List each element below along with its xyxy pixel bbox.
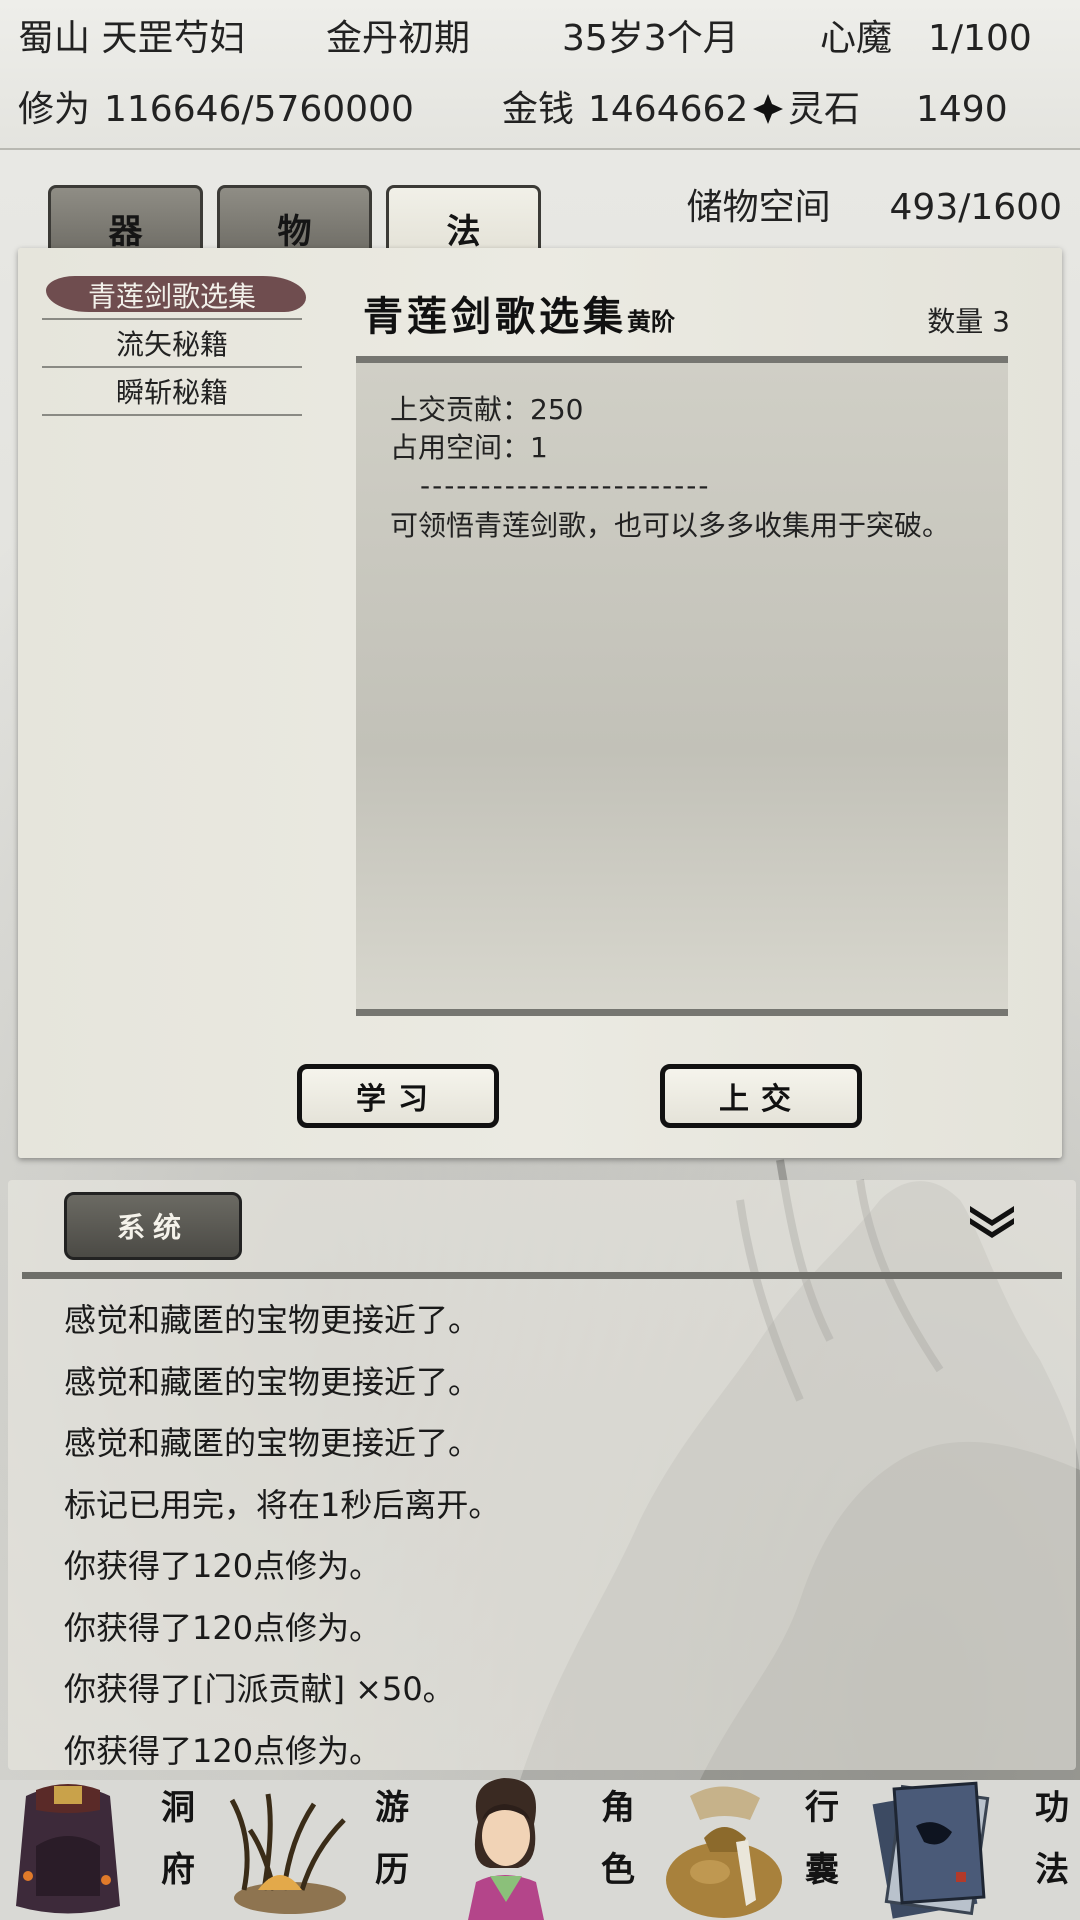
learn-button-label: 学习 [356,1082,440,1117]
spirit-stone-icon [753,94,783,124]
quantity-label: 数量 [927,305,984,338]
item-description-box: 上交贡献：250 占用空间：1 ------------------------… [356,356,1008,1016]
money-value: 1464662 [588,89,749,130]
storage-value: 493/1600 [889,187,1062,228]
spirit-stone-label: 灵石 [788,89,861,130]
nav-label: 行 [805,1788,839,1828]
log-line: 你获得了120点修为。 [64,1547,382,1585]
nav-travel[interactable]: 游 历 [220,1772,440,1920]
item-list: 青莲剑歌选集 流矢秘籍 瞬斩秘籍 [42,272,306,416]
nav-label: 洞 [161,1788,195,1828]
log-line: 你获得了120点修为。 [64,1608,382,1647]
log-line: 感觉和藏匿的宝物更接近了。 [64,1301,481,1339]
submit-button-label: 上交 [719,1082,803,1117]
spirit-stone-value: 1490 [916,89,1008,130]
log-line: 标记已用完，将在1秒后离开。 [64,1485,501,1524]
nav-label: 功 [1035,1788,1069,1828]
tab-techniques[interactable]: 法 [386,185,541,257]
nav-label: 历 [375,1850,409,1890]
log-line: 你获得了[门派贡献] ×50。 [64,1670,455,1708]
nav-label: 府 [161,1850,195,1890]
nav-label: 色 [601,1850,635,1890]
list-item-label: 青莲剑歌选集 [87,280,256,313]
tab-equipment[interactable]: 器 [48,185,203,257]
heart-demon-label: 心魔 [820,18,893,59]
status-header: 蜀山 天罡芍妇 金丹初期 35岁3个月 心魔 1/100 修为 116646/5… [0,0,1080,150]
nav-character[interactable]: 角 色 [440,1772,660,1920]
system-channel-button[interactable]: 系统 [64,1192,242,1260]
realm-level: 金丹初期 [326,18,471,59]
cultivation-value: 116646/5760000 [104,89,414,130]
nav-techniques[interactable]: 功 法 [872,1772,1080,1920]
submit-button[interactable]: 上交 [660,1064,862,1128]
item-description: 上交贡献：250 占用空间：1 ------------------------… [390,391,990,545]
log-messages: 感觉和藏匿的宝物更接近了。 感觉和藏匿的宝物更接近了。 感觉和藏匿的宝物更接近了… [64,1290,500,1782]
tab-label: 器 [108,212,143,252]
list-item[interactable]: 瞬斩秘籍 [42,368,302,416]
character-age: 35岁3个月 [562,18,739,59]
item-name: 青莲剑歌选集 [363,293,627,340]
spirit-stone: 灵石 [752,90,860,130]
nav-cave-dwelling[interactable]: 洞 府 [0,1772,220,1920]
list-item-label: 流矢秘籍 [115,328,228,361]
space-line: 占用空间：1 [390,431,548,464]
list-item[interactable]: 流矢秘籍 [42,320,302,368]
scroll-book-icon [872,1781,990,1919]
money-label: 金钱 [502,89,575,130]
contribution-line: 上交贡献：250 [390,393,584,426]
travel-grass-icon [229,1793,346,1914]
item-title: 青莲剑歌选集黄阶 [363,284,675,342]
tab-label: 物 [277,212,312,252]
quantity-value: 3 [992,305,1010,338]
nav-label: 游 [375,1788,409,1828]
item-grade: 黄阶 [627,307,675,336]
nav-bag[interactable]: 行 囊 [660,1772,880,1920]
cultivation-label: 修为 [18,89,91,130]
location-name: 蜀山 天罡芍妇 [18,18,246,59]
item-quantity: 数量 3 [927,300,1010,340]
tab-label: 法 [446,212,481,252]
nav-label: 法 [1035,1850,1069,1890]
storage-label: 储物空间 [686,187,831,228]
storage-capacity: 储物空间 493/1600 [687,186,1062,230]
bottom-navigation: 洞 府 游 历 角 色 行 囊 功 法 [0,1772,1080,1920]
character-portrait-icon [468,1778,544,1920]
cave-dwelling-icon [16,1784,120,1914]
inventory-panel: 青莲剑歌选集 流矢秘籍 瞬斩秘籍 青莲剑歌选集黄阶 数量 3 上交贡献：250 … [18,248,1062,1158]
description-text: 可领悟青莲剑歌，也可以多多收集用于突破。 [390,509,951,542]
description-divider: ------------------------ [420,469,711,502]
heart-demon-value: 1/100 [928,18,1032,59]
list-item-label: 瞬斩秘籍 [115,376,228,409]
nav-label: 囊 [805,1850,839,1890]
log-line: 感觉和藏匿的宝物更接近了。 [64,1362,481,1401]
log-line: 感觉和藏匿的宝物更接近了。 [64,1424,481,1462]
nav-label: 角 [601,1788,635,1828]
tab-items[interactable]: 物 [217,185,372,257]
bag-icon [666,1786,782,1918]
list-item[interactable]: 青莲剑歌选集 [42,272,306,320]
log-divider [22,1272,1062,1279]
learn-button[interactable]: 学习 [297,1064,499,1128]
chevron-double-down-icon[interactable] [966,1200,1018,1240]
message-log-panel: 系统 感觉和藏匿的宝物更接近了。 感觉和藏匿的宝物更接近了。 感觉和藏匿的宝物更… [8,1180,1076,1770]
system-channel-label: 系统 [116,1211,189,1244]
